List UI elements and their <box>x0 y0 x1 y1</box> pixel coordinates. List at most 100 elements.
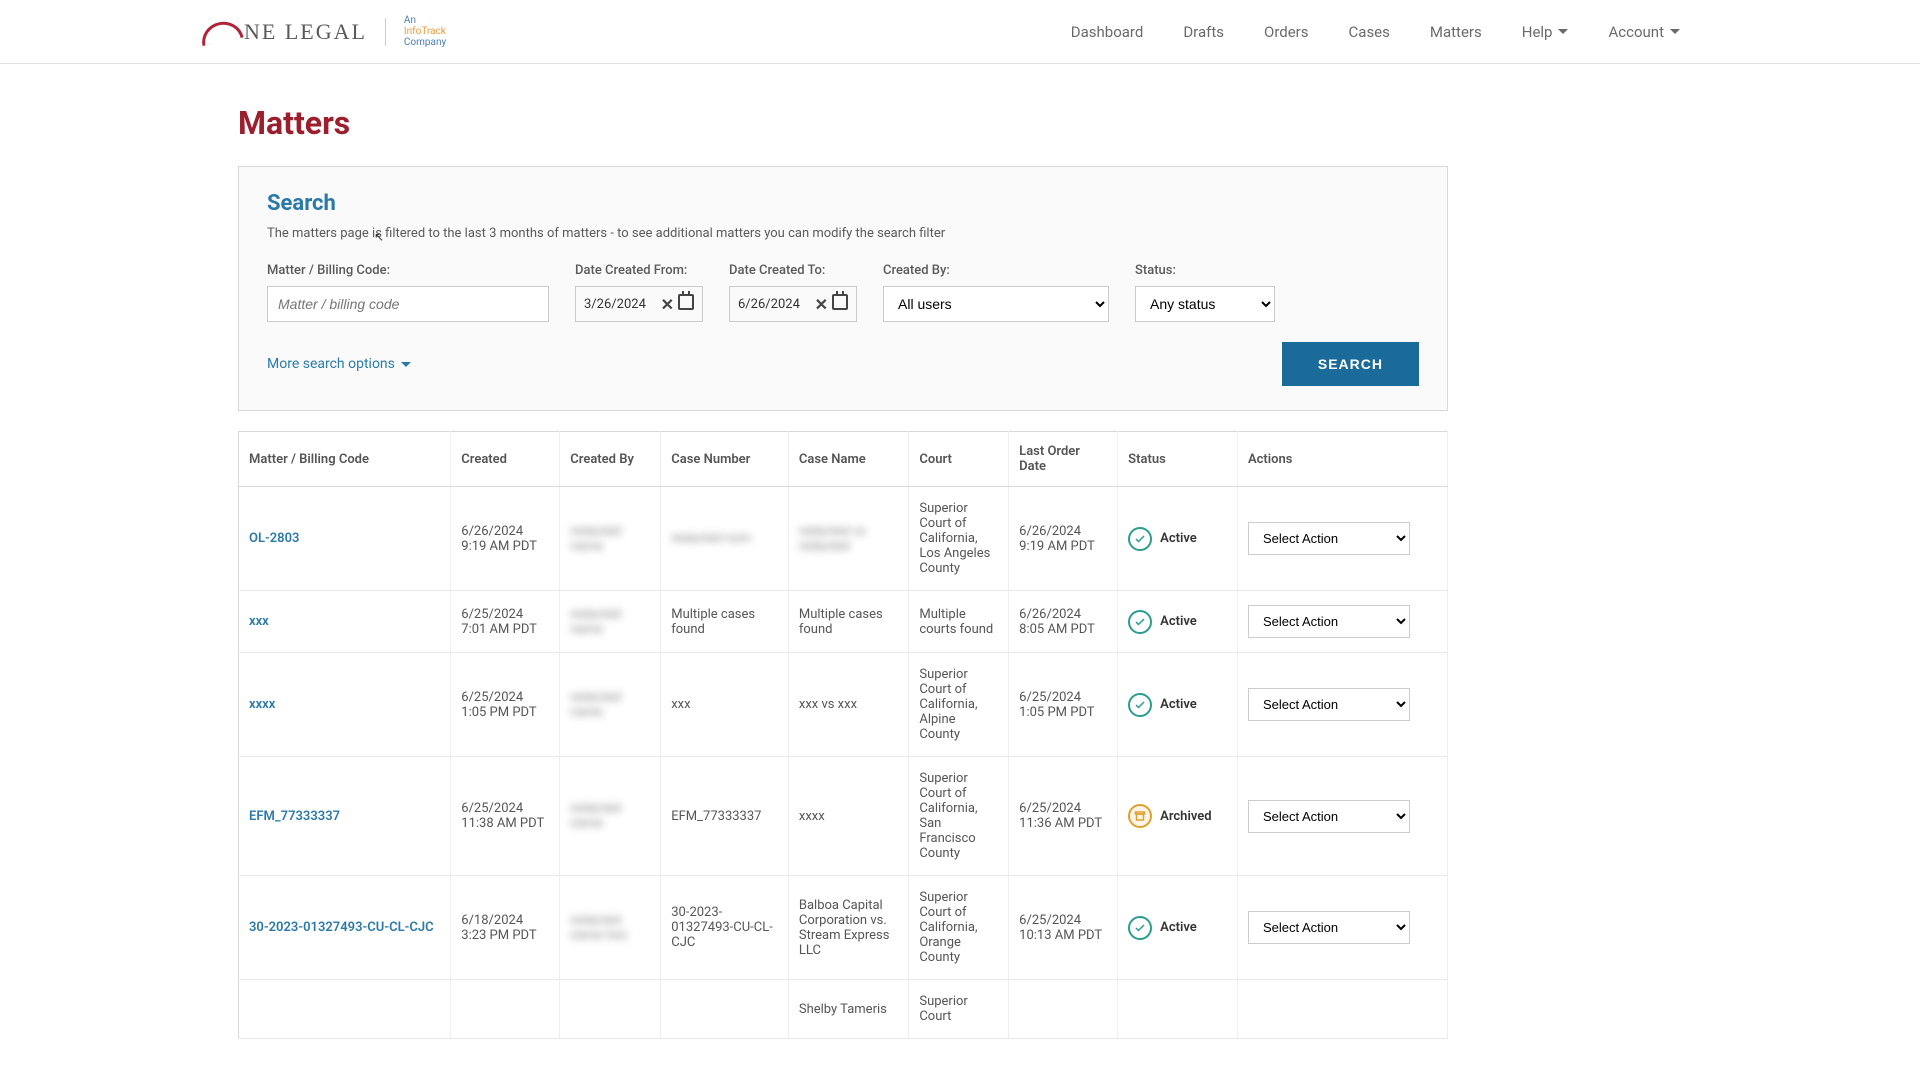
cell-court: Superior Court of California, Los Angele… <box>909 487 1009 591</box>
cell-court: Superior Court of California, Orange Cou… <box>909 876 1009 980</box>
main-container: Matters Search The matters page is filte… <box>218 64 1468 1059</box>
nav-help[interactable]: Help <box>1522 23 1569 41</box>
cell-actions: Select Action <box>1237 653 1447 757</box>
nav-cases[interactable]: Cases <box>1349 23 1390 41</box>
th-status[interactable]: Status <box>1118 432 1238 487</box>
infotrack-line3: Company <box>404 37 446 48</box>
cell-created-by: redacted name <box>560 653 661 757</box>
date-to-group: Date Created To: 6/26/2024 ✕ <box>729 263 857 322</box>
date-from-input[interactable]: 3/26/2024 ✕ <box>575 286 703 322</box>
cell-case-name: xxxx <box>788 757 908 876</box>
search-footer: More search options SEARCH <box>267 342 1419 386</box>
action-select[interactable]: Select Action <box>1248 605 1410 638</box>
th-created[interactable]: Created <box>451 432 560 487</box>
cell-status: Active <box>1118 653 1238 757</box>
cell-last-order <box>1009 980 1118 1039</box>
th-actions[interactable]: Actions <box>1237 432 1447 487</box>
th-last-order[interactable]: Last Order Date <box>1009 432 1118 487</box>
status-group: Status: Any status <box>1135 263 1275 322</box>
th-case-number[interactable]: Case Number <box>661 432 789 487</box>
status-select[interactable]: Any status <box>1135 286 1275 322</box>
more-options-label: More search options <box>267 356 395 372</box>
table-row: xxx6/25/2024 7:01 AM PDTredacted nameMul… <box>239 591 1448 653</box>
nav-matters[interactable]: Matters <box>1430 23 1482 41</box>
cell-status: Active <box>1118 487 1238 591</box>
cell-actions <box>1237 980 1447 1039</box>
nav-account-label: Account <box>1608 23 1664 41</box>
matter-link[interactable]: xxxx <box>249 697 275 712</box>
action-select[interactable]: Select Action <box>1248 522 1410 555</box>
cell-case-number: 30-2023-01327493-CU-CL-CJC <box>661 876 789 980</box>
cell-court: Multiple courts found <box>909 591 1009 653</box>
status-label: Status: <box>1135 263 1275 278</box>
matter-link[interactable]: 30-2023-01327493-CU-CL-CJC <box>249 920 434 935</box>
cell-case-name: Balboa Capital Corporation vs. Stream Ex… <box>788 876 908 980</box>
matter-link[interactable]: OL-2803 <box>249 531 299 546</box>
action-select[interactable]: Select Action <box>1248 911 1410 944</box>
top-header: NE LEGAL An InfoTrack Company Dashboard … <box>0 0 1920 64</box>
cell-court: Superior Court <box>909 980 1009 1039</box>
clear-icon[interactable]: ✕ <box>661 295 674 314</box>
cell-case-number: xxx <box>661 653 789 757</box>
cell-last-order: 6/25/2024 10:13 AM PDT <box>1009 876 1118 980</box>
date-to-input[interactable]: 6/26/2024 ✕ <box>729 286 857 322</box>
matter-code-group: Matter / Billing Code: <box>267 263 549 322</box>
cell-created: 6/26/2024 9:19 AM PDT <box>451 487 560 591</box>
search-button[interactable]: SEARCH <box>1282 342 1419 386</box>
nav-dashboard[interactable]: Dashboard <box>1071 23 1144 41</box>
table-row: xxxx 6/25/2024 1:05 PM PDT redacted namexx… <box>239 653 1448 757</box>
cell-status: Active <box>1118 876 1238 980</box>
cell-created: 6/25/2024 7:01 AM PDT <box>451 591 560 653</box>
matter-code-input[interactable] <box>267 286 549 322</box>
calendar-icon[interactable] <box>678 294 694 314</box>
matter-link[interactable]: xxx <box>249 614 269 629</box>
cell-case-name: Multiple cases found <box>788 591 908 653</box>
check-circle-icon <box>1128 610 1152 634</box>
logo-area: NE LEGAL An InfoTrack Company <box>40 15 446 48</box>
cell-actions: Select Action <box>1237 876 1447 980</box>
nav-account[interactable]: Account <box>1608 23 1680 41</box>
cell-case-name: Shelby Tameris <box>788 980 908 1039</box>
date-from-label: Date Created From: <box>575 263 703 278</box>
cell-case-number: redacted num <box>661 487 789 591</box>
cell-created: 6/25/2024 11:38 AM PDT <box>451 757 560 876</box>
status-label: Active <box>1160 920 1197 935</box>
infotrack-line1: An <box>404 15 446 26</box>
th-case-name[interactable]: Case Name <box>788 432 908 487</box>
action-select[interactable]: Select Action <box>1248 688 1410 721</box>
th-court[interactable]: Court <box>909 432 1009 487</box>
matters-table: Matter / Billing Code Created Created By… <box>238 431 1448 1039</box>
created-by-label: Created By: <box>883 263 1109 278</box>
th-created-by[interactable]: Created By <box>560 432 661 487</box>
status-label: Active <box>1160 531 1197 546</box>
action-select[interactable]: Select Action <box>1248 800 1410 833</box>
cell-status: Active <box>1118 591 1238 653</box>
status-label: Archived <box>1160 809 1211 824</box>
calendar-icon[interactable] <box>832 294 848 314</box>
search-description: The matters page is filtered to the last… <box>267 226 1419 241</box>
matter-link[interactable]: EFM_77333337 <box>249 809 340 824</box>
logo-infotrack: An InfoTrack Company <box>404 15 446 48</box>
th-matter[interactable]: Matter / Billing Code <box>239 432 451 487</box>
logo-text: NE LEGAL <box>244 19 367 45</box>
cell-court: Superior Court of California, Alpine Cou… <box>909 653 1009 757</box>
more-search-options[interactable]: More search options <box>267 356 411 372</box>
cell-actions: Select Action <box>1237 487 1447 591</box>
cell-case-number <box>661 980 789 1039</box>
nav-orders[interactable]: Orders <box>1264 23 1309 41</box>
cell-created-by: redacted name <box>560 591 661 653</box>
nav-drafts[interactable]: Drafts <box>1183 23 1224 41</box>
check-circle-icon <box>1128 693 1152 717</box>
cell-court: Superior Court of California, San Franci… <box>909 757 1009 876</box>
search-filters-row: Matter / Billing Code: Date Created From… <box>267 263 1419 322</box>
cell-case-number: Multiple cases found <box>661 591 789 653</box>
clear-icon[interactable]: ✕ <box>815 295 828 314</box>
search-panel: Search The matters page is filtered to t… <box>238 166 1448 411</box>
status-label: Active <box>1160 697 1197 712</box>
created-by-select[interactable]: All users <box>883 286 1109 322</box>
cell-last-order: 6/25/2024 1:05 PM PDT <box>1009 653 1118 757</box>
page-title: Matters <box>238 104 1448 142</box>
date-to-label: Date Created To: <box>729 263 857 278</box>
search-title: Search <box>267 191 1419 216</box>
cell-case-name: redacted vs redacted <box>788 487 908 591</box>
